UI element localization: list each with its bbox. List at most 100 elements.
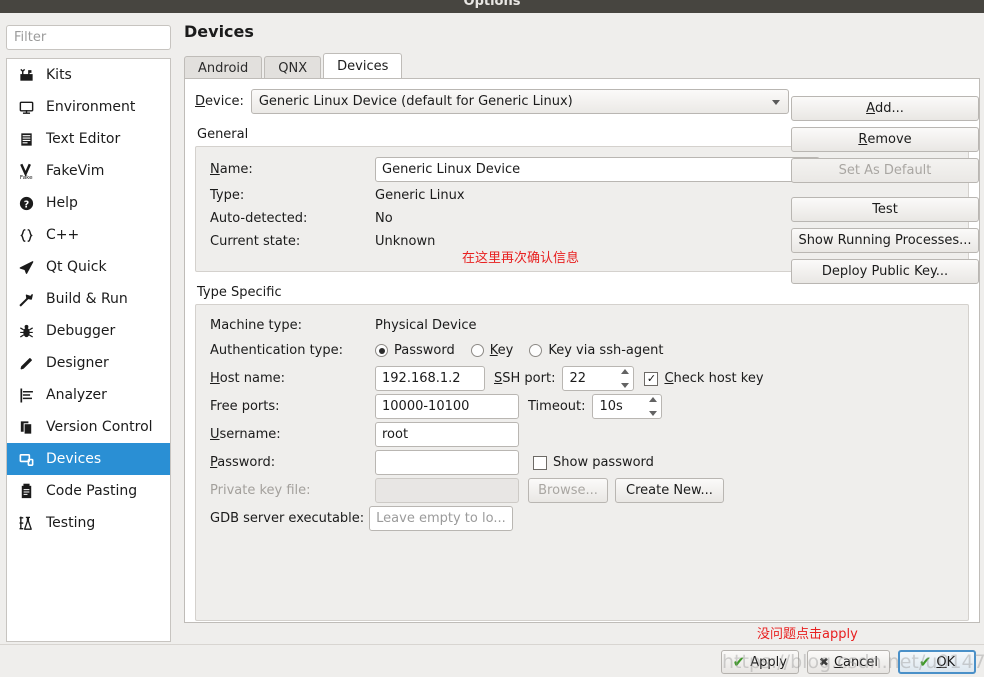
sidebar-item-debugger[interactable]: Debugger <box>7 315 170 347</box>
sidebar-item-testing[interactable]: Testing <box>7 507 170 539</box>
ssh-port-label: SSH port: <box>494 371 556 386</box>
password-label: Password: <box>210 455 276 470</box>
sidebar-item-label: Testing <box>46 515 96 531</box>
type-specific-group: Type Specific Machine type: Physical Dev… <box>195 285 969 621</box>
private-key-label: Private key file: <box>210 483 311 498</box>
spin-up-icon[interactable] <box>620 369 629 374</box>
svg-text:?: ? <box>23 199 28 210</box>
sidebar-item-devices[interactable]: Devices <box>7 443 170 475</box>
dialog-button-bar: ✔ Apply ✖ Cancel ✔ OK <box>0 644 984 677</box>
window-titlebar: Options <box>0 0 984 13</box>
private-key-row: Private key file: Browse... Create New..… <box>210 478 954 503</box>
sidebar-item-label: Build & Run <box>46 291 128 307</box>
free-ports-row: Free ports: Timeout: 10s <box>210 394 954 419</box>
device-screen-icon <box>17 450 35 468</box>
timeout-spinner-arrows-icon[interactable] <box>646 397 659 416</box>
ssh-port-spinbox[interactable]: 22 <box>562 366 635 391</box>
cancel-x-icon: ✖ <box>818 655 829 669</box>
tab-android[interactable]: Android <box>184 56 263 79</box>
clipboard-icon <box>17 482 35 500</box>
sidebar-item-version-control[interactable]: Version Control <box>7 411 170 443</box>
password-row: Password: Show password <box>210 450 954 475</box>
help-question-icon: ? <box>17 194 35 212</box>
host-name-input[interactable] <box>375 366 485 391</box>
free-ports-input[interactable] <box>375 394 519 419</box>
sidebar-item-environment[interactable]: Environment <box>7 91 170 123</box>
category-list[interactable]: Kits Environment Text Editor Fake FakeVim? He… <box>6 58 171 642</box>
auth-radio-key-label: Key <box>489 343 514 358</box>
type-value: Generic Linux <box>375 188 465 203</box>
free-ports-label: Free ports: <box>210 399 280 414</box>
timeout-spin-up-icon[interactable] <box>648 397 657 402</box>
sidebar-item-qt-quick[interactable]: Qt Quick <box>7 251 170 283</box>
check-icon: ✔ <box>918 652 932 671</box>
name-input[interactable] <box>375 157 820 182</box>
gdb-server-input[interactable] <box>369 506 514 531</box>
password-input[interactable] <box>375 450 519 475</box>
sidebar-item-fakevim[interactable]: Fake FakeVim <box>7 155 170 187</box>
auth-radio-ssh-agent[interactable]: Key via ssh-agent <box>529 343 663 358</box>
tab-qnx[interactable]: QNX <box>264 56 322 79</box>
sidebar-item-designer[interactable]: Designer <box>7 347 170 379</box>
create-new-button[interactable]: Create New... <box>615 478 724 503</box>
braces-icon <box>17 226 35 244</box>
sidebar-item-label: Kits <box>46 67 72 83</box>
sidebar-item-code-pasting[interactable]: Code Pasting <box>7 475 170 507</box>
apply-button[interactable]: ✔ Apply <box>720 650 799 674</box>
remove-button[interactable]: Remove <box>791 127 979 152</box>
show-password-checkbox[interactable]: Show password <box>533 455 654 470</box>
deploy-public-key-button[interactable]: Deploy Public Key... <box>791 259 979 284</box>
set-as-default-button: Set As Default <box>791 158 979 183</box>
page-title: Devices <box>184 22 254 41</box>
window-title: Options <box>463 0 521 9</box>
auth-radio-password[interactable]: Password <box>375 343 455 358</box>
timeout-value: 10s <box>599 399 623 414</box>
show-running-processes-button[interactable]: Show Running Processes... <box>791 228 979 253</box>
type-label: Type: <box>210 188 245 203</box>
sidebar-item-label: Text Editor <box>46 131 121 147</box>
sidebar-item-c[interactable]: C++ <box>7 219 170 251</box>
username-label: Username: <box>210 427 281 442</box>
test-button[interactable]: Test <box>791 197 979 222</box>
sidebar-item-label: Qt Quick <box>46 259 107 275</box>
cancel-button[interactable]: ✖ Cancel <box>806 650 890 674</box>
flask-icon <box>17 514 35 532</box>
dialog-buttons: ✔ Apply ✖ Cancel ✔ OK <box>720 650 976 674</box>
tab-devices[interactable]: Devices <box>323 53 403 79</box>
sidebar-item-help[interactable]: ? Help <box>7 187 170 219</box>
add-button[interactable]: Add... <box>791 96 979 121</box>
sidebar-item-build-run[interactable]: Build & Run <box>7 283 170 315</box>
sidebar-item-label: FakeVim <box>46 163 105 179</box>
username-input[interactable] <box>375 422 519 447</box>
sidebar-item-analyzer[interactable]: Analyzer <box>7 379 170 411</box>
timeout-spin-down-icon[interactable] <box>648 411 657 416</box>
sidebar-item-kits[interactable]: Kits <box>7 59 170 91</box>
monitor-icon <box>17 98 35 116</box>
check-icon: ✔ <box>732 652 746 671</box>
auth-radio-key[interactable]: Key <box>470 343 514 358</box>
sidebar: Kits Environment Text Editor Fake FakeVim? He… <box>6 25 171 643</box>
timeout-spinbox[interactable]: 10s <box>592 394 663 419</box>
browse-button: Browse... <box>528 478 608 503</box>
device-combobox-value: Generic Linux Device (default for Generi… <box>258 94 573 109</box>
sidebar-item-label: Designer <box>46 355 109 371</box>
sidebar-item-label: Code Pasting <box>46 483 138 499</box>
filter-input[interactable] <box>6 25 171 50</box>
spinner-arrows-icon[interactable] <box>618 369 631 388</box>
device-actions-panel: Add... Remove Set As Default Test Show Runni… <box>791 96 979 290</box>
timeout-label: Timeout: <box>528 399 586 414</box>
check-host-key-checkbox[interactable]: ✓ Check host key <box>644 371 764 386</box>
annotation-text: 在这里再次确认信息 <box>462 251 580 266</box>
sidebar-item-text-editor[interactable]: Text Editor <box>7 123 170 155</box>
spin-down-icon[interactable] <box>620 383 629 388</box>
bug-icon <box>17 322 35 340</box>
private-key-input <box>375 478 519 503</box>
sidebar-item-label: Environment <box>46 99 136 115</box>
device-combobox[interactable]: Generic Linux Device (default for Generi… <box>250 89 789 114</box>
document-lines-icon <box>17 130 35 148</box>
show-password-label: Show password <box>553 455 654 470</box>
auto-detected-value: No <box>375 211 393 226</box>
tab-bar[interactable]: Android QNX Devices <box>184 53 980 79</box>
ok-button[interactable]: ✔ OK <box>898 650 976 674</box>
check-host-key-label: Check host key <box>664 371 764 386</box>
